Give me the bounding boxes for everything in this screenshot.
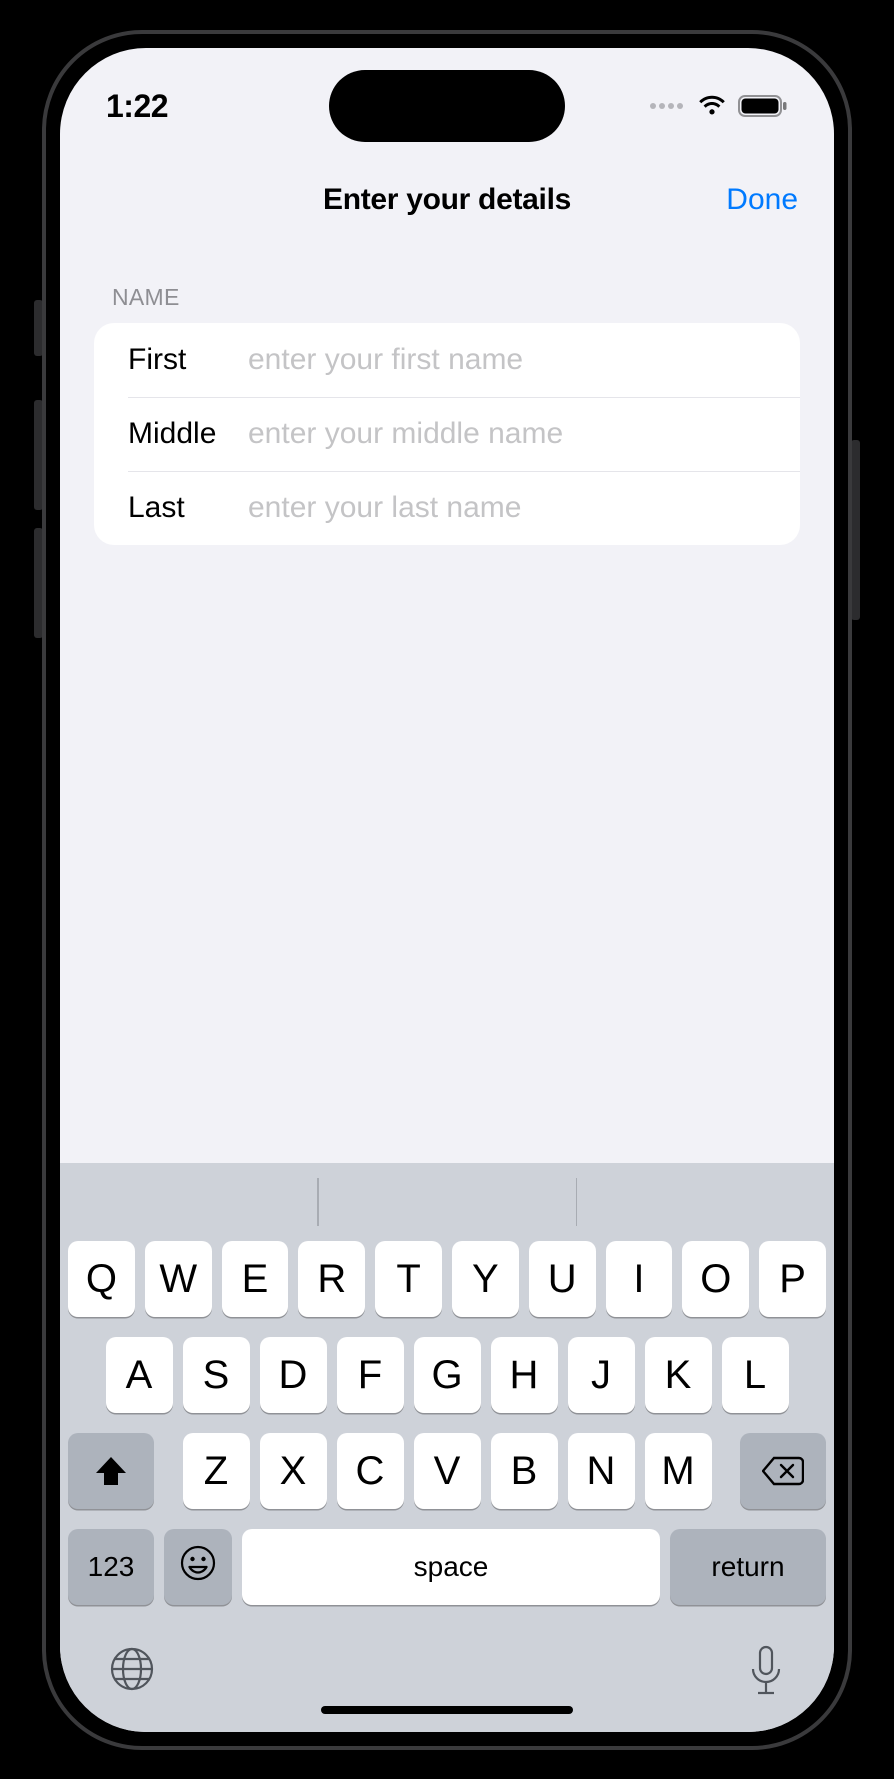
first-name-input[interactable]: [248, 323, 766, 397]
status-time: 1:22: [106, 88, 168, 125]
key-u[interactable]: U: [529, 1241, 596, 1317]
shift-key[interactable]: [68, 1433, 154, 1509]
backspace-icon: [762, 1456, 804, 1486]
key-m[interactable]: M: [645, 1433, 712, 1509]
shift-icon: [94, 1455, 128, 1487]
key-b[interactable]: B: [491, 1433, 558, 1509]
wifi-icon: [696, 94, 728, 118]
home-indicator[interactable]: [321, 1706, 573, 1714]
suggestion-slot[interactable]: [60, 1178, 317, 1226]
key-t[interactable]: T: [375, 1241, 442, 1317]
keyboard-suggestion-bar: [60, 1163, 834, 1241]
page-title: Enter your details: [323, 183, 571, 217]
return-key[interactable]: return: [670, 1529, 826, 1605]
key-a[interactable]: A: [106, 1337, 173, 1413]
numbers-key[interactable]: 123: [68, 1529, 154, 1605]
key-y[interactable]: Y: [452, 1241, 519, 1317]
key-e[interactable]: E: [222, 1241, 289, 1317]
key-n[interactable]: N: [568, 1433, 635, 1509]
first-name-row: First: [94, 323, 800, 397]
key-k[interactable]: K: [645, 1337, 712, 1413]
status-indicators: [650, 94, 788, 118]
mic-icon: [746, 1645, 786, 1697]
dynamic-island: [329, 70, 565, 142]
globe-key[interactable]: [108, 1645, 156, 1702]
last-name-row: Last: [94, 471, 800, 545]
key-f[interactable]: F: [337, 1337, 404, 1413]
key-j[interactable]: J: [568, 1337, 635, 1413]
nav-bar: Enter your details Done: [60, 172, 834, 228]
globe-icon: [108, 1645, 156, 1693]
emoji-icon: [180, 1545, 216, 1590]
key-h[interactable]: H: [491, 1337, 558, 1413]
key-o[interactable]: O: [682, 1241, 749, 1317]
done-button[interactable]: Done: [726, 183, 798, 217]
backspace-key[interactable]: [740, 1433, 826, 1509]
dictation-key[interactable]: [746, 1645, 786, 1702]
key-z[interactable]: Z: [183, 1433, 250, 1509]
last-name-input[interactable]: [248, 471, 766, 545]
phone-frame: 1:22 Enter your details Done Name First: [42, 30, 852, 1750]
key-r[interactable]: R: [298, 1241, 365, 1317]
suggestion-slot[interactable]: [319, 1178, 576, 1226]
key-q[interactable]: Q: [68, 1241, 135, 1317]
key-i[interactable]: I: [606, 1241, 673, 1317]
key-x[interactable]: X: [260, 1433, 327, 1509]
on-screen-keyboard: QWERTYUIOP ASDFGHJKL ZXCVBNM 123: [60, 1163, 834, 1732]
suggestion-slot[interactable]: [577, 1178, 834, 1226]
screen: 1:22 Enter your details Done Name First: [60, 48, 834, 1732]
emoji-key[interactable]: [164, 1529, 232, 1605]
cellular-dots-icon: [650, 103, 683, 109]
middle-name-label: Middle: [128, 417, 248, 451]
middle-name-input[interactable]: [248, 397, 766, 471]
battery-icon: [738, 94, 788, 118]
key-w[interactable]: W: [145, 1241, 212, 1317]
key-l[interactable]: L: [722, 1337, 789, 1413]
first-name-label: First: [128, 343, 248, 377]
key-p[interactable]: P: [759, 1241, 826, 1317]
key-c[interactable]: C: [337, 1433, 404, 1509]
key-d[interactable]: D: [260, 1337, 327, 1413]
space-key[interactable]: space: [242, 1529, 660, 1605]
last-name-label: Last: [128, 491, 248, 525]
name-form-card: First Middle Last: [94, 323, 800, 545]
key-v[interactable]: V: [414, 1433, 481, 1509]
section-header-name: Name: [94, 258, 800, 323]
key-g[interactable]: G: [414, 1337, 481, 1413]
key-s[interactable]: S: [183, 1337, 250, 1413]
middle-name-row: Middle: [94, 397, 800, 471]
